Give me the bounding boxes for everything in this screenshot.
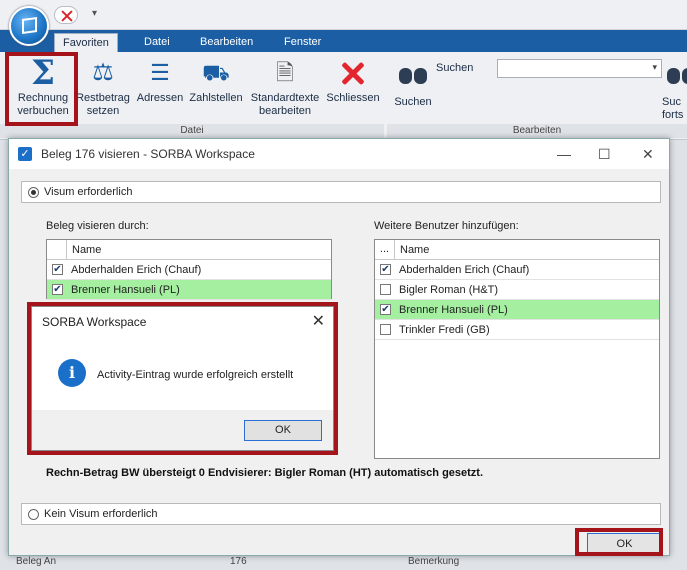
header-check-column <box>47 240 67 260</box>
beleg-an-label: Beleg An <box>16 556 57 567</box>
schliessen-label: Schliessen <box>326 92 380 104</box>
suchen-fortsetzen-label: Suc forts <box>662 96 684 121</box>
close-icon <box>337 58 369 88</box>
radio-visum-erforderlich[interactable] <box>28 187 39 198</box>
kein-visum-option[interactable]: Kein Visum erforderlich <box>21 503 661 525</box>
dialog-title-bar: ✓ Beleg 176 visieren - SORBA Workspace —… <box>9 139 669 169</box>
suchen-fortsetzen-button[interactable]: Suc forts <box>662 58 687 122</box>
adressen-button[interactable]: ☰ Adressen <box>134 58 186 105</box>
visum-erforderlich-option[interactable]: Visum erforderlich <box>21 181 661 203</box>
standardtexte-bearbeiten-button[interactable]: 🗎 Standardtexte bearbeiten <box>246 58 324 118</box>
group-label-bearbeiten: Bearbeiten <box>387 124 687 138</box>
group-label-datei: Datei <box>0 124 384 138</box>
restbetrag-setzen-label: Restbetrag setzen <box>76 92 130 117</box>
table-row[interactable]: ✔ Brenner Hansueli (PL) <box>375 300 659 320</box>
row-checkbox[interactable]: ✔ <box>380 264 391 275</box>
beleg-an-value: 176 <box>230 556 247 567</box>
tab-datei[interactable]: Datei <box>136 33 178 52</box>
row-checkbox[interactable]: ✔ <box>52 264 63 275</box>
header-name: Name <box>72 244 102 256</box>
ribbon-tabs: Favoriten Datei Bearbeiten Fenster <box>0 30 687 52</box>
address-book-icon: ☰ <box>150 60 170 85</box>
table-row[interactable]: Trinkler Fredi (GB) <box>375 320 659 340</box>
dialog-title: Beleg 176 visieren - SORBA Workspace <box>41 147 255 161</box>
tab-bearbeiten[interactable]: Bearbeiten <box>192 33 261 52</box>
right-list-label: Weitere Benutzer hinzufügen: <box>374 220 519 232</box>
info-message: Rechn-Betrag BW übersteigt 0 Endvisierer… <box>46 467 484 479</box>
quick-access-dropdown[interactable]: ▾ <box>92 8 97 19</box>
zahlstellen-label: Zahlstellen <box>189 92 243 104</box>
row-checkbox[interactable]: ✔ <box>52 284 63 295</box>
maximize-button[interactable]: ☐ <box>598 146 611 163</box>
row-name: Abderhalden Erich (Chauf) <box>71 264 202 276</box>
row-name: Brenner Hansueli (PL) <box>399 304 508 316</box>
minimize-button[interactable]: — <box>557 146 571 162</box>
tab-favoriten[interactable]: Favoriten <box>54 33 118 52</box>
checkmark-icon: ✓ <box>18 147 32 161</box>
header-check-column[interactable]: ... <box>375 240 395 260</box>
grid-header: Name <box>47 240 331 260</box>
row-name: Brenner Hansueli (PL) <box>71 284 180 296</box>
background-form-row: Beleg An 176 Bemerkung <box>0 556 687 570</box>
binoculars-icon <box>666 62 687 92</box>
table-row[interactable]: ✔ Abderhalden Erich (Chauf) <box>375 260 659 280</box>
callout-highlight <box>27 302 338 455</box>
weitere-benutzer-grid: ... Name ✔ Abderhalden Erich (Chauf) Big… <box>374 239 660 459</box>
cube-icon <box>22 16 37 35</box>
visierer-grid: Name ✔ Abderhalden Erich (Chauf) ✔ Brenn… <box>46 239 332 300</box>
kein-visum-label: Kein Visum erforderlich <box>44 508 158 520</box>
schliessen-button[interactable]: Schliessen <box>324 58 382 105</box>
row-name: Abderhalden Erich (Chauf) <box>399 264 530 276</box>
row-name: Trinkler Fredi (GB) <box>399 324 490 336</box>
standardtexte-bearbeiten-label: Standardtexte bearbeiten <box>250 92 320 117</box>
restbetrag-setzen-button[interactable]: ⚖ Restbetrag setzen <box>72 58 134 118</box>
header-name: Name <box>400 244 430 256</box>
binoculars-icon <box>397 62 429 92</box>
left-list-label: Beleg visieren durch: <box>46 220 149 232</box>
grid-header: ... Name <box>375 240 659 260</box>
truck-icon: ⛟ <box>202 60 230 85</box>
radio-kein-visum[interactable] <box>28 509 39 520</box>
row-checkbox[interactable] <box>380 324 391 335</box>
search-combobox[interactable]: ▾ <box>497 59 662 78</box>
suchen-button[interactable]: Suchen <box>386 58 440 109</box>
bemerkung-label: Bemerkung <box>408 556 460 567</box>
zahlstellen-button[interactable]: ⛟ Zahlstellen <box>186 58 246 105</box>
callout-highlight <box>575 528 663 556</box>
row-checkbox[interactable] <box>380 284 391 295</box>
visum-erforderlich-label: Visum erforderlich <box>44 186 133 198</box>
table-row[interactable]: ✔ Abderhalden Erich (Chauf) <box>47 260 331 280</box>
title-bar: ▾ <box>0 0 687 30</box>
table-row[interactable]: Bigler Roman (H&T) <box>375 280 659 300</box>
suchen-label: Suchen <box>394 96 432 108</box>
chevron-down-icon: ▾ <box>652 62 657 72</box>
app-menu-button[interactable] <box>9 6 49 46</box>
callout-highlight <box>5 52 78 126</box>
close-icon[interactable] <box>54 6 78 24</box>
table-row[interactable]: ✔ Brenner Hansueli (PL) <box>47 280 331 300</box>
search-label: Suchen <box>436 62 474 74</box>
scale-icon: ⚖ <box>92 59 114 86</box>
close-button[interactable]: ✕ <box>642 146 654 163</box>
row-name: Bigler Roman (H&T) <box>399 284 499 296</box>
row-checkbox[interactable]: ✔ <box>380 304 391 315</box>
adressen-label: Adressen <box>136 92 184 104</box>
tab-fenster[interactable]: Fenster <box>276 33 329 52</box>
document-icon: 🗎 <box>276 60 294 85</box>
